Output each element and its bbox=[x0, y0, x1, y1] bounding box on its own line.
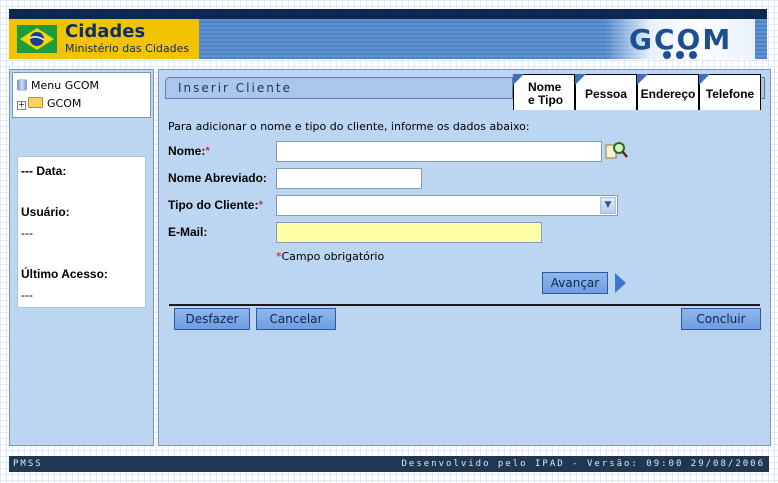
tipo-cliente-label: Tipo do Cliente:* bbox=[168, 198, 264, 212]
last-access-value: --- bbox=[21, 288, 33, 302]
search-icon[interactable] bbox=[605, 140, 629, 162]
folder-icon bbox=[28, 97, 43, 108]
tab-label: Endereço bbox=[640, 87, 696, 101]
tab-nome-e-tipo[interactable]: Nome e Tipo bbox=[513, 74, 575, 110]
tab-label: Telefone bbox=[705, 87, 755, 101]
expand-icon[interactable]: + bbox=[17, 101, 26, 110]
brand-subtitle: Ministério das Cidades bbox=[65, 42, 190, 55]
menu-tree: Menu GCOM + GCOM bbox=[12, 72, 151, 118]
nome-abreviado-input[interactable] bbox=[276, 168, 422, 189]
user-value: --- bbox=[21, 226, 33, 240]
footer-bar: PMSS Desenvolvido pelo IPAD - Versão: 09… bbox=[9, 456, 769, 472]
brazil-flag-icon bbox=[17, 25, 57, 53]
cancelar-button[interactable]: Cancelar bbox=[256, 308, 336, 330]
tab-strip-end bbox=[761, 77, 765, 99]
last-access-label: Último Acesso: bbox=[21, 267, 108, 281]
nome-abreviado-label: Nome Abreviado: bbox=[168, 171, 267, 185]
tab-label: Pessoa bbox=[584, 87, 628, 101]
nome-input[interactable] bbox=[276, 141, 602, 162]
header-banner: Cidades Ministério das Cidades GCOM bbox=[9, 9, 767, 59]
page-title: Inserir Cliente bbox=[165, 77, 513, 99]
tab-telefone[interactable]: Telefone bbox=[699, 74, 761, 110]
header-top-bar bbox=[9, 9, 767, 19]
ministry-logo: Cidades Ministério das Cidades bbox=[9, 19, 199, 59]
arrow-right-icon[interactable] bbox=[615, 273, 626, 293]
required-field-note: *Campo obrigatório bbox=[276, 250, 385, 263]
chevron-down-icon[interactable]: ▼ bbox=[600, 197, 616, 214]
email-input[interactable] bbox=[276, 222, 542, 243]
session-info-box: --- Data: Usuário: --- Último Acesso: --… bbox=[17, 156, 146, 308]
date-label: --- Data: bbox=[21, 164, 67, 178]
nome-label: Nome:* bbox=[168, 144, 211, 158]
tree-item-gcom[interactable]: + GCOM bbox=[17, 97, 81, 110]
user-label: Usuário: bbox=[21, 205, 70, 219]
main-panel: Inserir Cliente Nome e Tipo Pessoa Ender… bbox=[158, 69, 771, 446]
database-icon bbox=[17, 79, 27, 91]
tab-label-line1: Nome bbox=[528, 80, 562, 94]
tab-endereco[interactable]: Endereço bbox=[637, 74, 699, 110]
tab-label-line2: e Tipo bbox=[528, 93, 564, 107]
footer-version-text: Desenvolvido pelo IPAD - Versão: 09:00 2… bbox=[401, 459, 765, 469]
required-marker: * bbox=[205, 144, 211, 158]
tree-item-menu-gcom[interactable]: Menu GCOM bbox=[17, 79, 99, 92]
divider bbox=[169, 304, 760, 306]
desfazer-button[interactable]: Desfazer bbox=[174, 308, 250, 330]
gcom-logo: GCOM bbox=[605, 19, 755, 59]
tree-item-label: Menu GCOM bbox=[31, 79, 100, 92]
tipo-cliente-select[interactable]: ▼ bbox=[276, 195, 618, 216]
brand-title: Cidades bbox=[65, 21, 146, 42]
gcom-dots-icon bbox=[663, 49, 702, 59]
instructions-text: Para adicionar o nome e tipo do cliente,… bbox=[168, 120, 530, 133]
sidebar: Menu GCOM + GCOM --- Data: Usuário: --- Ú… bbox=[9, 69, 154, 446]
email-label: E-Mail: bbox=[168, 225, 208, 239]
footer-left-text: PMSS bbox=[13, 459, 43, 469]
tab-pessoa[interactable]: Pessoa bbox=[575, 74, 637, 110]
required-marker: * bbox=[258, 198, 264, 212]
concluir-button[interactable]: Concluir bbox=[681, 308, 761, 330]
tree-item-label: GCOM bbox=[47, 97, 82, 110]
avancar-button[interactable]: Avançar bbox=[542, 272, 608, 294]
